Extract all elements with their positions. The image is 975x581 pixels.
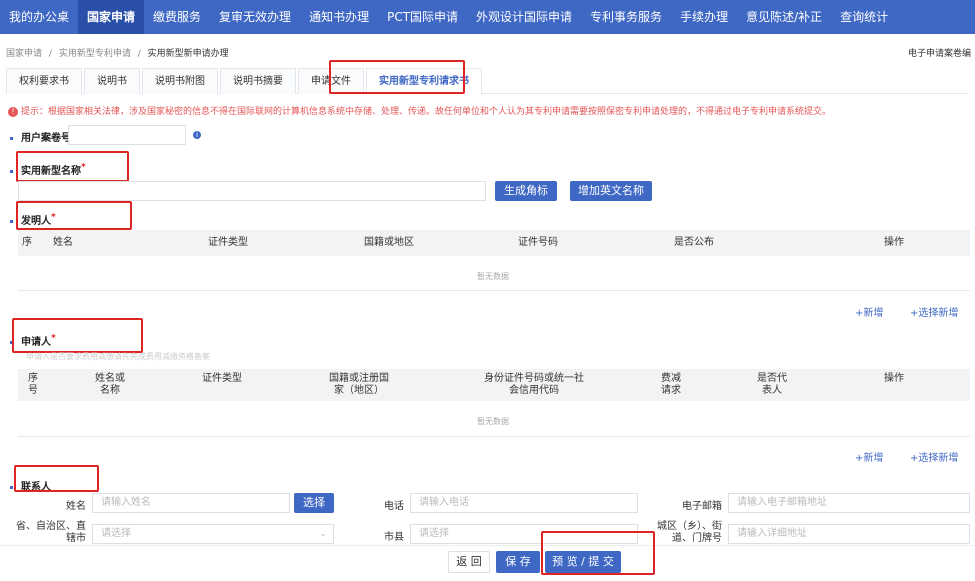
- applicant-col-id-number: 身份证件号码或统一社会信用代码: [484, 373, 584, 396]
- contact-email-label: 电子邮箱: [682, 501, 722, 512]
- inventor-col-name: 姓名: [53, 237, 73, 248]
- applicant-col-representative: 是否代表人: [757, 373, 787, 396]
- inventor-empty-text: 暂无数据: [477, 272, 509, 281]
- highlight-box-inventor: [16, 201, 132, 230]
- nav-item-notices[interactable]: 通知书办理: [300, 0, 378, 34]
- contact-phone-label: 电话: [384, 501, 404, 512]
- user-case-no-label: 用户案卷号: [21, 133, 71, 144]
- nav-item-design-intl[interactable]: 外观设计国际申请: [467, 0, 581, 34]
- tab-drawings[interactable]: 说明书附图: [142, 68, 218, 94]
- nav-item-national-application[interactable]: 国家申请: [78, 0, 145, 34]
- case-number-note: 电子申请案卷编: [907, 49, 971, 59]
- inventor-table-bottom: [18, 290, 970, 291]
- applicant-add-link[interactable]: +新增: [855, 449, 883, 464]
- contact-name-label: 姓名: [66, 501, 86, 512]
- contact-province-placeholder: 请选择: [101, 528, 131, 539]
- tab-abstract[interactable]: 说明书摘要: [220, 68, 296, 94]
- breadcrumb-item-current: 实用新型新申请办理: [147, 49, 229, 59]
- breadcrumb-separator: /: [137, 49, 141, 59]
- contact-name-input[interactable]: 请输入姓名: [92, 493, 290, 513]
- highlight-box-applicant: [12, 318, 143, 353]
- contact-city-label: 市县: [384, 532, 404, 543]
- applicant-col-fee-reduction: 费减请求: [661, 373, 681, 396]
- contact-province-label: 省、自治区、直辖市: [16, 521, 86, 544]
- inventor-table-header: [18, 230, 970, 256]
- contact-district-input[interactable]: 请输入详细地址: [728, 524, 970, 544]
- document-tabs: 权利要求书 说明书 说明书附图 说明书摘要 申请文件 实用新型专利请求书: [6, 62, 969, 94]
- applicant-table-bottom: [18, 436, 970, 437]
- add-english-name-button[interactable]: 增加英文名称: [570, 181, 652, 201]
- section-bullet: [10, 485, 13, 489]
- nav-item-my-desk[interactable]: 我的办公桌: [0, 0, 78, 34]
- contact-district-label: 城区（乡）、街道、门牌号: [657, 521, 722, 544]
- section-bullet: [10, 169, 13, 173]
- back-button[interactable]: 返 回: [448, 551, 490, 573]
- applicant-fee-hint: 申请人是否要求费用减缴请先完成费用减缴资格备案: [26, 352, 210, 361]
- applicant-col-id-type: 证件类型: [202, 373, 242, 384]
- chevron-down-icon: ⌄: [319, 529, 327, 539]
- applicant-select-add-link[interactable]: +选择新增: [910, 449, 958, 464]
- top-nav: 我的办公桌 国家申请 缴费服务 复审无效办理 通知书办理 PCT国际申请 外观设…: [0, 0, 975, 34]
- highlight-box-utility-name: [16, 151, 129, 182]
- breadcrumb-item-national[interactable]: 国家申请: [6, 49, 42, 59]
- nav-item-statistics[interactable]: 查询统计: [831, 0, 897, 34]
- highlight-box-contact: [14, 465, 99, 492]
- section-user-case-no: 用户案卷号: [10, 129, 71, 144]
- inventor-select-add-link[interactable]: +选择新增: [910, 304, 958, 319]
- inventor-col-nationality: 国籍或地区: [364, 237, 414, 248]
- generate-superscript-button[interactable]: 生成角标: [495, 181, 557, 201]
- breadcrumb-separator: /: [48, 49, 52, 59]
- warning-text: 提示：根据国家相关法律，涉及国家秘密的信息不得在国际联网的计算机信息系统中存储、…: [21, 107, 832, 117]
- save-button[interactable]: 保 存: [496, 551, 540, 573]
- highlight-box-tab: [329, 60, 465, 94]
- highlight-box-submit: [541, 531, 655, 575]
- contact-phone-input[interactable]: 请输入电话: [410, 493, 638, 513]
- nav-item-pct[interactable]: PCT国际申请: [378, 0, 467, 34]
- applicant-col-name: 姓名或名称: [95, 373, 125, 396]
- inventor-col-action: 操作: [884, 237, 904, 248]
- nav-item-reexamination[interactable]: 复审无效办理: [210, 0, 300, 34]
- applicant-col-nationality: 国籍或注册国家（地区）: [329, 373, 389, 396]
- tab-claims[interactable]: 权利要求书: [6, 68, 82, 94]
- utility-name-input[interactable]: [18, 181, 486, 201]
- nav-item-procedures[interactable]: 手续办理: [671, 0, 737, 34]
- inventor-add-link[interactable]: +新增: [855, 304, 883, 319]
- section-bullet: [10, 219, 13, 223]
- nav-item-fee-payment[interactable]: 缴费服务: [144, 0, 210, 34]
- applicant-col-seq: 序号: [28, 373, 38, 396]
- info-icon[interactable]: i: [193, 131, 201, 139]
- inventor-col-id-number: 证件号码: [518, 237, 558, 248]
- applicant-col-action: 操作: [884, 373, 904, 384]
- user-case-no-input[interactable]: [68, 125, 186, 145]
- contact-select-button[interactable]: 选择: [294, 493, 334, 513]
- tab-description[interactable]: 说明书: [84, 68, 140, 94]
- contact-email-input[interactable]: 请输入电子邮箱地址: [728, 493, 970, 513]
- nav-item-patent-affairs[interactable]: 专利事务服务: [581, 0, 671, 34]
- nav-item-opinion[interactable]: 意见陈述/补正: [737, 0, 831, 34]
- contact-province-select[interactable]: 请选择 ⌄: [92, 524, 334, 544]
- breadcrumb-item-utility[interactable]: 实用新型专利申请: [59, 49, 131, 59]
- inventor-col-id-type: 证件类型: [208, 237, 248, 248]
- inventor-col-publish: 是否公布: [674, 237, 714, 248]
- section-bullet: [10, 136, 13, 140]
- warning-icon: !: [8, 107, 18, 117]
- inventor-col-seq: 序: [22, 237, 32, 248]
- applicant-empty-text: 暂无数据: [477, 417, 509, 426]
- breadcrumb: 国家申请 / 实用新型专利申请 / 实用新型新申请办理: [6, 46, 229, 59]
- warning-message: ! 提示：根据国家相关法律，涉及国家秘密的信息不得在国际联网的计算机信息系统中存储…: [8, 104, 831, 117]
